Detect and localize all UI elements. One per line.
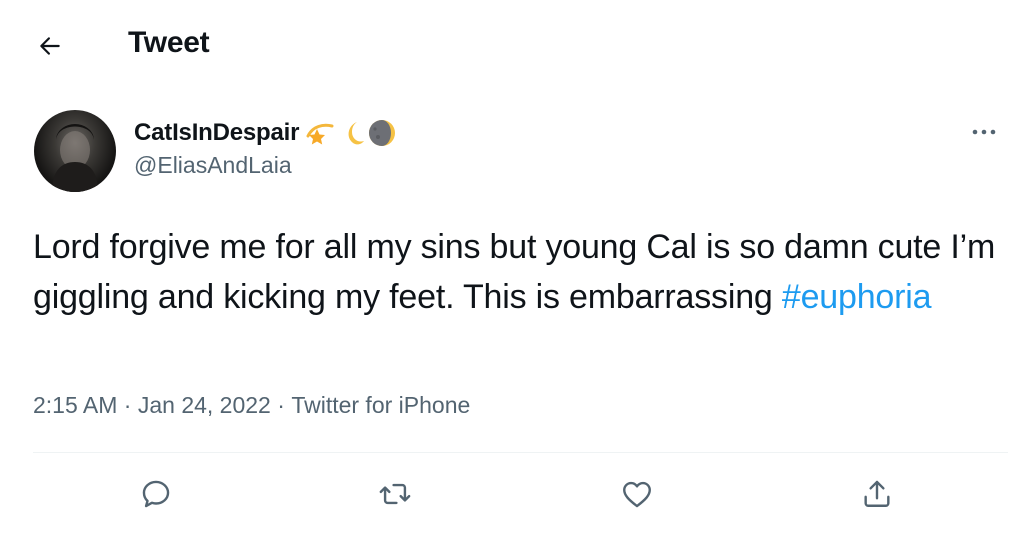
reply-button[interactable] — [134, 472, 178, 516]
meta-separator: · — [117, 392, 138, 418]
meta-separator: · — [270, 392, 292, 418]
crescent-moon-emoji — [348, 122, 365, 145]
tweet-meta: 2:15 AM · Jan 24, 2022 · Twitter for iPh… — [33, 392, 470, 419]
share-button[interactable] — [855, 472, 899, 516]
arrow-left-icon — [40, 37, 60, 55]
heart-icon — [623, 481, 651, 508]
display-name-row[interactable]: CatIsInDespair — [134, 116, 397, 150]
more-options-button[interactable] — [962, 117, 1006, 147]
display-name[interactable]: CatIsInDespair — [134, 119, 299, 147]
divider — [33, 452, 1008, 453]
retweet-button[interactable] — [373, 472, 417, 516]
more-horizontal-icon — [972, 129, 996, 135]
user-handle[interactable]: @EliasAndLaia — [134, 152, 292, 179]
back-button[interactable] — [30, 26, 70, 66]
name-emojis — [303, 118, 397, 148]
last-quarter-moon-emoji — [369, 120, 396, 146]
tweet-text: Lord forgive me for all my sins but youn… — [33, 222, 1008, 322]
retweet-icon — [379, 483, 411, 505]
tweet-date[interactable]: Jan 24, 2022 — [138, 392, 271, 419]
avatar[interactable] — [34, 110, 116, 192]
hashtag-link[interactable]: #euphoria — [782, 278, 932, 316]
like-button[interactable] — [615, 472, 659, 516]
tweet-time[interactable]: 2:15 AM — [33, 392, 117, 419]
tweet-source[interactable]: Twitter for iPhone — [291, 392, 470, 419]
shooting-star-emoji — [306, 123, 334, 145]
avatar-image — [52, 124, 98, 192]
top-bar: Tweet — [0, 0, 1024, 90]
share-icon — [864, 480, 890, 507]
page-title: Tweet — [128, 26, 210, 59]
reply-icon — [142, 480, 170, 508]
